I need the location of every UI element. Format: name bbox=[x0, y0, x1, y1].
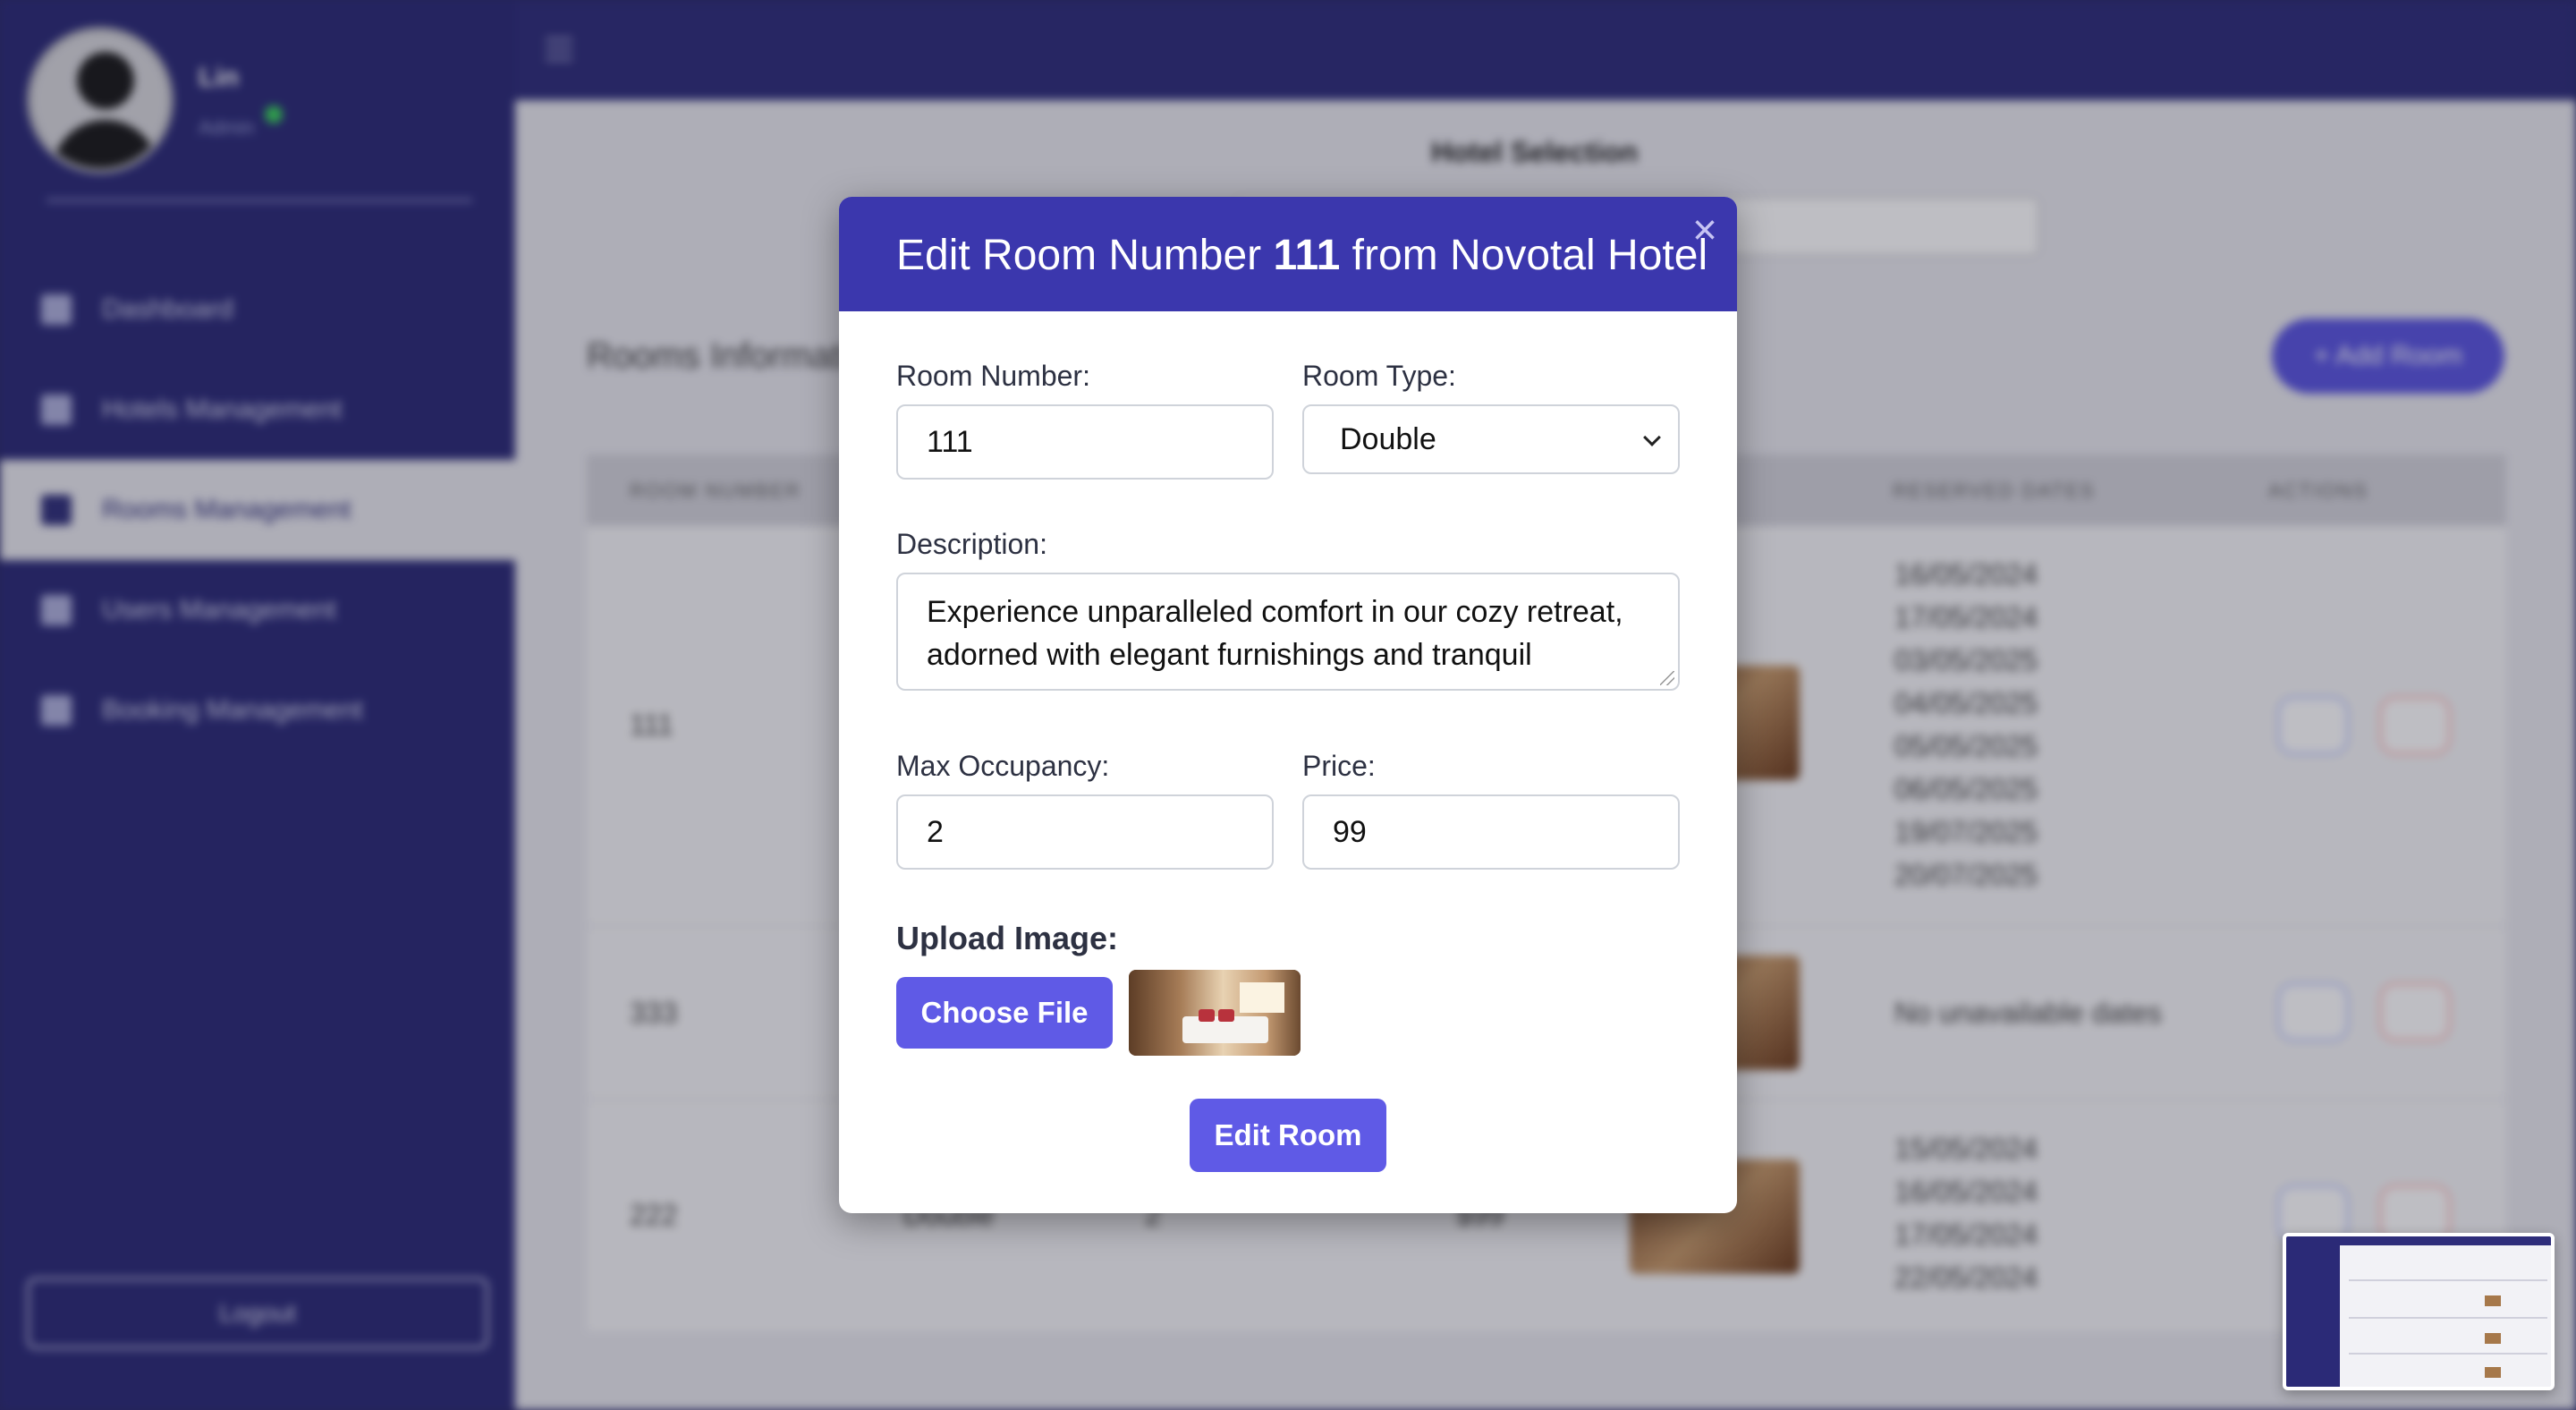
resize-handle-icon[interactable] bbox=[1660, 671, 1674, 685]
upload-image-label: Upload Image: bbox=[896, 920, 1119, 956]
price-label: Price: bbox=[1302, 750, 1376, 782]
page-preview-thumbnail bbox=[2283, 1233, 2555, 1390]
modal-title: Edit Room Number 111 from Novotal Hotel bbox=[896, 231, 1707, 280]
room-type-label: Room Type: bbox=[1302, 360, 1456, 392]
max-occupancy-label: Max Occupancy: bbox=[896, 750, 1110, 782]
room-type-select[interactable]: Double bbox=[1302, 404, 1680, 474]
price-input[interactable]: 99 bbox=[1302, 794, 1680, 870]
room-image-preview bbox=[1129, 970, 1301, 1056]
room-number-label: Room Number: bbox=[896, 360, 1090, 392]
max-occupancy-input[interactable]: 2 bbox=[896, 794, 1274, 870]
modal-header: Edit Room Number 111 from Novotal Hotel … bbox=[839, 197, 1737, 311]
close-icon[interactable]: × bbox=[1685, 209, 1724, 252]
edit-room-modal: Edit Room Number 111 from Novotal Hotel … bbox=[839, 197, 1737, 1213]
title-room-number: 111 bbox=[1273, 232, 1341, 279]
edit-room-button[interactable]: Edit Room bbox=[1190, 1099, 1386, 1172]
room-number-input[interactable]: 111 bbox=[896, 404, 1274, 480]
room-type-value: Double bbox=[1340, 421, 1436, 456]
title-suffix: from Novotal Hotel bbox=[1352, 232, 1708, 279]
description-textarea[interactable]: Experience unparalleled comfort in our c… bbox=[896, 573, 1680, 691]
description-text: Experience unparalleled comfort in our c… bbox=[927, 595, 1623, 672]
chevron-down-icon bbox=[1643, 429, 1661, 446]
title-prefix: Edit Room Number bbox=[896, 232, 1262, 279]
description-label: Description: bbox=[896, 528, 1047, 560]
choose-file-button[interactable]: Choose File bbox=[896, 977, 1113, 1049]
